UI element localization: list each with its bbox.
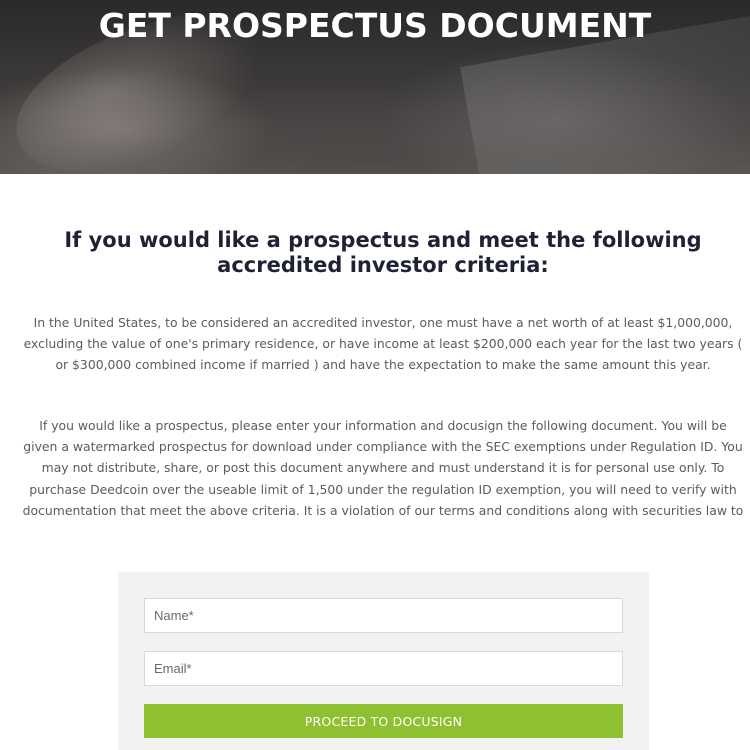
accredited-investor-paragraph: In the United States, to be considered a… xyxy=(23,315,743,373)
email-input[interactable] xyxy=(144,651,623,686)
proceed-to-docusign-button[interactable]: PROCEED TO DOCUSIGN xyxy=(144,704,623,738)
criteria-heading: If you would like a prospectus and meet … xyxy=(64,228,702,277)
name-input[interactable] xyxy=(144,598,623,633)
page-title: GET PROSPECTUS DOCUMENT xyxy=(98,6,652,45)
prospectus-instructions-paragraph: If you would like a prospectus, please e… xyxy=(22,418,744,518)
hero-banner: GET PROSPECTUS DOCUMENT xyxy=(0,0,750,174)
prospectus-form: PROCEED TO DOCUSIGN xyxy=(118,572,649,750)
